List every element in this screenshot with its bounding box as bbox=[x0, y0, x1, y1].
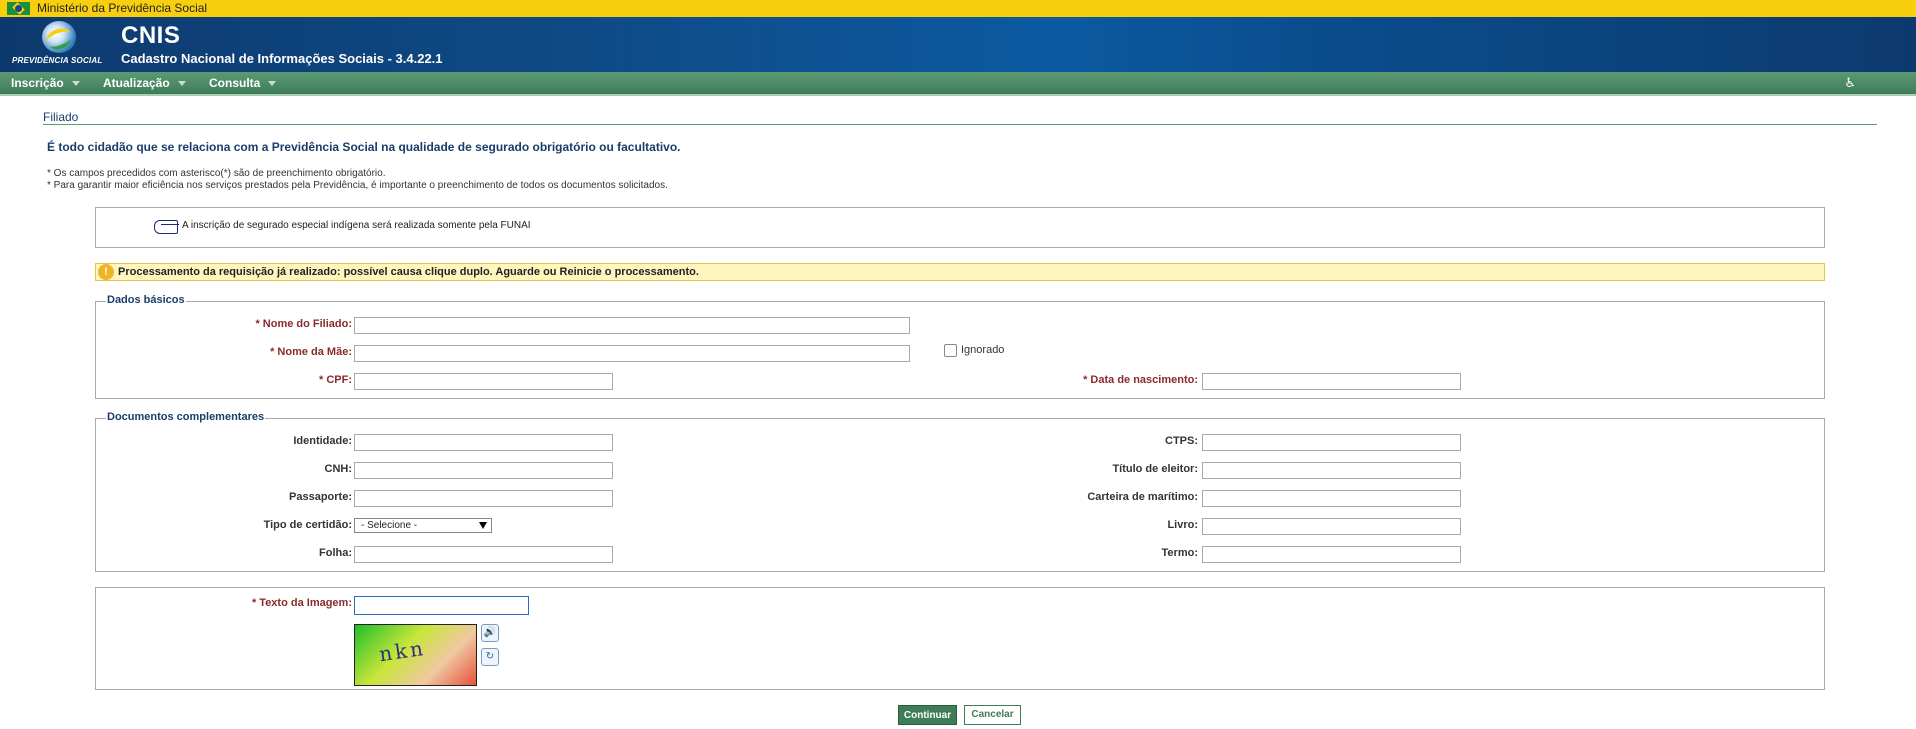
nome-filiado-input[interactable] bbox=[354, 317, 910, 334]
titulo-eleitor-label: Título de eleitor: bbox=[1112, 463, 1198, 475]
titulo-eleitor-input[interactable] bbox=[1202, 462, 1461, 479]
captcha-input[interactable] bbox=[354, 596, 529, 615]
dropdown-arrow-icon bbox=[479, 522, 487, 529]
menu-atualizacao[interactable]: Atualização bbox=[103, 72, 186, 94]
captcha-image-text: nkn bbox=[377, 635, 428, 667]
brazil-flag-icon bbox=[7, 2, 30, 15]
chevron-down-icon bbox=[71, 81, 80, 87]
tipo-certidao-select[interactable]: - Selecione - bbox=[354, 518, 492, 533]
cpf-input[interactable] bbox=[354, 373, 613, 390]
passaporte-label: Passaporte: bbox=[289, 491, 352, 503]
main-menu: Inscrição Atualização Consulta ♿ bbox=[0, 72, 1916, 96]
basic-data-legend: Dados básicos bbox=[106, 294, 186, 306]
cancel-button[interactable]: Cancelar bbox=[964, 705, 1021, 725]
cnh-input[interactable] bbox=[354, 462, 613, 479]
documents-legend: Documentos complementares bbox=[106, 411, 266, 423]
ctps-label: CTPS: bbox=[1165, 435, 1198, 447]
passaporte-input[interactable] bbox=[354, 490, 613, 507]
data-nascimento-label: * Data de nascimento: bbox=[1083, 374, 1198, 386]
captcha-image: nkn bbox=[354, 624, 477, 686]
folha-input[interactable] bbox=[354, 546, 613, 563]
info-text: A inscrição de segurado especial indígen… bbox=[182, 220, 531, 231]
captcha-label: * Texto da Imagem: bbox=[251, 597, 352, 609]
app-subtitle: Cadastro Nacional de Informações Sociais… bbox=[121, 51, 443, 66]
menu-inscricao[interactable]: Inscrição bbox=[11, 72, 80, 94]
nome-mae-input[interactable] bbox=[354, 345, 910, 362]
identidade-label: Identidade: bbox=[293, 435, 352, 447]
section-title: Filiado bbox=[43, 110, 79, 124]
continue-button[interactable]: Continuar bbox=[898, 705, 957, 725]
ctps-input[interactable] bbox=[1202, 434, 1461, 451]
cnh-label: CNH: bbox=[324, 463, 353, 475]
cpf-label: * CPF: bbox=[319, 374, 352, 386]
livro-label: Livro: bbox=[1167, 519, 1198, 531]
ministry-label: Ministério da Previdência Social bbox=[37, 1, 208, 15]
ignorado-label: Ignorado bbox=[961, 344, 1005, 356]
pointing-hand-icon bbox=[154, 220, 179, 234]
livro-input[interactable] bbox=[1202, 518, 1461, 535]
header-banner: PREVIDÊNCIA SOCIAL CNIS Cadastro Naciona… bbox=[0, 17, 1916, 72]
data-nascimento-input[interactable] bbox=[1202, 373, 1461, 390]
termo-input[interactable] bbox=[1202, 546, 1461, 563]
termo-label: Termo: bbox=[1161, 547, 1198, 559]
nome-mae-label: * Nome da Mãe: bbox=[270, 346, 352, 358]
gov-bar: Ministério da Previdência Social bbox=[0, 0, 1916, 17]
tipo-certidao-label: Tipo de certidão: bbox=[263, 519, 352, 531]
nome-filiado-label: * Nome do Filiado: bbox=[255, 318, 352, 330]
folha-label: Folha: bbox=[319, 547, 352, 559]
app-name: CNIS bbox=[121, 22, 181, 49]
intro-text: É todo cidadão que se relaciona com a Pr… bbox=[47, 140, 681, 154]
speaker-icon[interactable]: 🔊 bbox=[481, 624, 499, 642]
warning-message: ! Processamento da requisição já realiza… bbox=[95, 263, 1825, 281]
carteira-maritimo-label: Carteira de marítimo: bbox=[1087, 491, 1198, 503]
ignorado-checkbox[interactable] bbox=[944, 344, 957, 357]
required-note: * Os campos precedidos com asterisco(*) … bbox=[47, 168, 386, 179]
wheelchair-icon[interactable]: ♿ bbox=[1844, 75, 1856, 91]
documents-note: * Para garantir maior eficiência nos ser… bbox=[47, 180, 668, 191]
warning-icon: ! bbox=[98, 264, 114, 280]
logo-text: PREVIDÊNCIA SOCIAL bbox=[12, 56, 103, 65]
previdencia-logo[interactable]: PREVIDÊNCIA SOCIAL bbox=[12, 21, 108, 69]
info-box: A inscrição de segurado especial indígen… bbox=[95, 207, 1825, 248]
chevron-down-icon bbox=[177, 81, 186, 87]
chevron-down-icon bbox=[268, 81, 277, 87]
warning-text: Processamento da requisição já realizado… bbox=[118, 266, 699, 278]
section-divider bbox=[43, 124, 1877, 125]
refresh-icon[interactable]: ↻ bbox=[481, 648, 499, 666]
menu-consulta[interactable]: Consulta bbox=[209, 72, 277, 94]
identidade-input[interactable] bbox=[354, 434, 613, 451]
carteira-maritimo-input[interactable] bbox=[1202, 490, 1461, 507]
